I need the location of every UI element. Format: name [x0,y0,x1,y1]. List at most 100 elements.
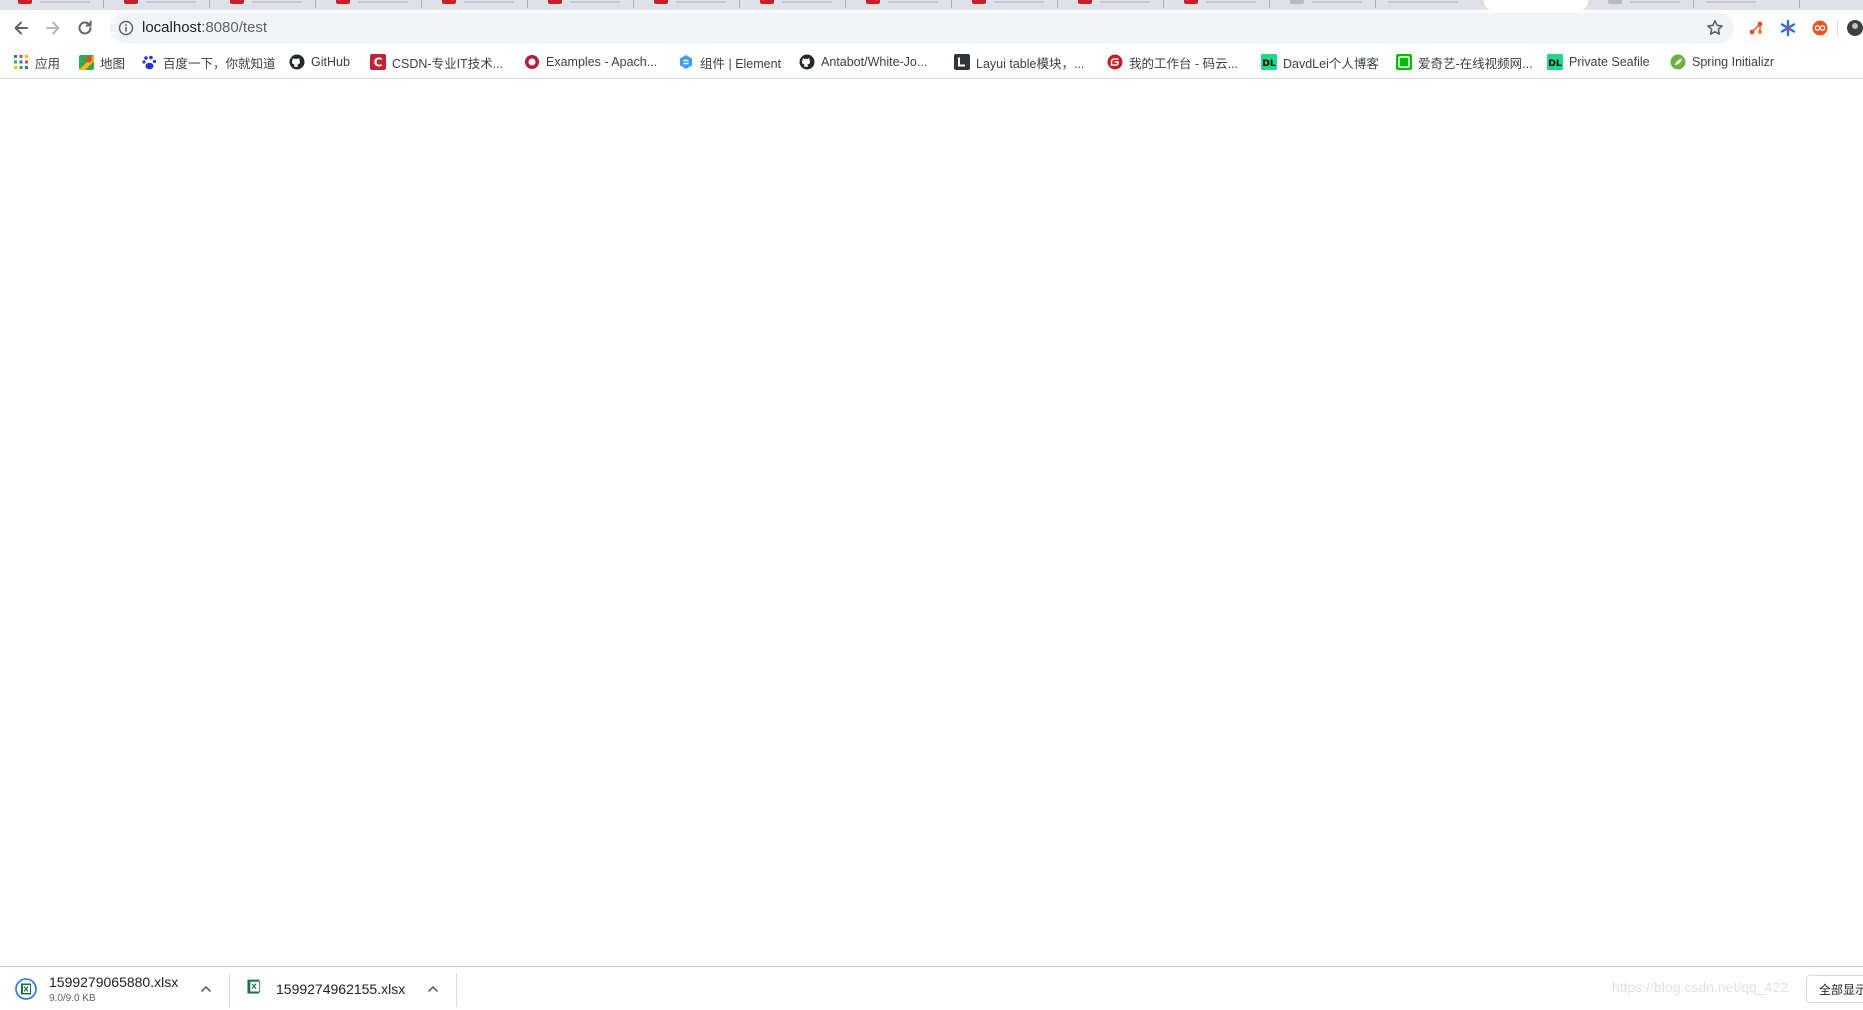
download-size: 9.0/9.0 KB [49,993,96,1004]
browser-tab[interactable] [212,0,316,10]
svg-text:C: C [374,56,383,70]
excel-file-icon [247,979,261,994]
tab-favicon-icon [1608,0,1622,4]
bookmark-label: Antabot/White-Jo... [821,55,928,69]
tab-favicon-icon [336,0,350,4]
browser-tab[interactable] [318,0,422,10]
browser-tab[interactable] [424,0,528,10]
excel-file-icon [15,978,37,1000]
bookmark-private-seafile[interactable]: DL Private Seafile [1547,46,1650,78]
extension-button[interactable] [1778,18,1798,38]
url-path: :8080/test [201,19,268,36]
tab-favicon-icon [442,0,456,4]
bookmark-gitee[interactable]: 我的工作台 - 码云... [1107,46,1238,78]
browser-tab[interactable] [0,0,104,10]
bookmark-label: CSDN-专业IT技术... [392,56,504,71]
bookmark-apache-examples[interactable]: Examples - Apach... [524,46,657,78]
baidu-paw-icon [141,54,157,70]
tab-favicon-icon [18,0,32,4]
tab-favicon-icon [1184,0,1198,4]
browser-tab[interactable] [1272,0,1376,10]
bookmark-label: Private Seafile [1569,55,1650,69]
tab-favicon-icon [124,0,138,4]
tab-favicon-icon [760,0,774,4]
github-icon [799,54,815,70]
bookmark-label: GitHub [311,55,350,69]
bookmark-label: Spring Initializr [1692,55,1774,69]
bookmark-github[interactable]: GitHub [289,46,350,78]
download-filename: 1599274962155.xlsx [276,981,406,997]
bookmark-csdn[interactable]: C CSDN-专业IT技术... [370,46,503,78]
bookmark-label: 地图 [100,56,126,71]
browser-tab-active[interactable] [1484,0,1588,10]
browser-tab[interactable] [530,0,634,10]
bookmark-iqiyi[interactable]: 爱奇艺-在线视频网... [1396,46,1533,78]
csdn-icon: C [370,54,386,70]
bookmark-label: 我的工作台 - 码云... [1129,56,1239,71]
avatar-icon [1847,20,1863,36]
extension-button[interactable] [1746,18,1766,38]
download-shelf: 1599279065880.xlsx 9.0/9.0 KB 1599274962… [0,966,1863,1010]
dl-blog-icon: DL [1261,54,1277,70]
browser-tab[interactable] [954,0,1058,10]
extension-badge-icon [1812,20,1828,36]
page-viewport [0,79,1863,966]
show-all-button[interactable]: 全部显示 [1806,975,1863,1003]
bookmark-baidu[interactable]: 百度一下，你就知道 [141,46,276,78]
browser-tab[interactable] [1060,0,1164,10]
element-icon [678,54,694,70]
bookmark-label: 百度一下，你就知道 [163,56,276,71]
tab-favicon-icon [230,0,244,4]
browser-tab[interactable] [106,0,210,10]
address-bar[interactable]: localhost:8080/test [110,13,1734,43]
bookmark-label: Layui table模块，... [976,56,1085,71]
reload-button[interactable] [70,13,100,43]
extension-button[interactable] [1810,18,1830,38]
browser-toolbar: localhost:8080/test [0,10,1863,46]
iqiyi-icon [1396,54,1412,70]
browser-tab[interactable] [1696,0,1800,10]
gitee-icon [1107,54,1123,70]
bookmarks-bar: 应用 地图 百度一下，你就知道 GitHub C CSDN-专业IT技术... … [0,46,1863,79]
github-icon [289,54,305,70]
browser-tab[interactable] [636,0,740,10]
back-button[interactable] [6,13,36,43]
svg-text:DL: DL [1262,59,1275,69]
spring-icon [1670,54,1686,70]
browser-tab[interactable] [742,0,846,10]
url-text[interactable]: localhost:8080/test [142,13,267,43]
browser-tab[interactable] [848,0,952,10]
url-host: localhost [142,19,202,36]
dl-blog-icon: DL [1547,54,1563,70]
forward-button[interactable] [38,13,68,43]
browser-tab[interactable] [1378,0,1482,10]
chevron-up-icon[interactable] [425,981,441,997]
bookmark-label: DavdLei个人博客 [1283,56,1379,71]
bookmark-element[interactable]: 组件 | Element [678,46,781,78]
apps-grid-icon [13,54,29,70]
bookmark-maps[interactable]: 地图 [78,46,125,78]
arrow-left-icon [14,21,28,35]
tab-favicon-icon [972,0,986,4]
layui-icon [954,54,970,70]
chevron-up-icon[interactable] [198,981,214,997]
browser-tab[interactable] [1166,0,1270,10]
tab-favicon-icon [866,0,880,4]
tab-strip [0,0,1863,10]
bookmark-label: Examples - Apach... [546,55,658,69]
star-icon[interactable] [1706,19,1724,37]
profile-button[interactable] [1845,18,1863,38]
bookmark-apps[interactable]: 应用 [13,46,60,78]
apache-icon [524,54,540,70]
bookmark-antabot[interactable]: Antabot/White-Jo... [799,46,927,78]
download-item[interactable]: 1599279065880.xlsx 9.0/9.0 KB [0,967,230,1010]
bookmark-davdlei-blog[interactable]: DL DavdLei个人博客 [1261,46,1379,78]
browser-tab[interactable] [1590,0,1694,10]
bookmark-label: 爱奇艺-在线视频网... [1418,56,1533,71]
bookmark-spring-initializr[interactable]: Spring Initializr [1670,46,1774,78]
download-item[interactable]: 1599274962155.xlsx [230,967,458,1010]
info-icon[interactable] [118,20,134,36]
bookmark-layui[interactable]: Layui table模块，... [954,46,1084,78]
svg-text:DL: DL [1548,59,1561,69]
tab-favicon-icon [654,0,668,4]
